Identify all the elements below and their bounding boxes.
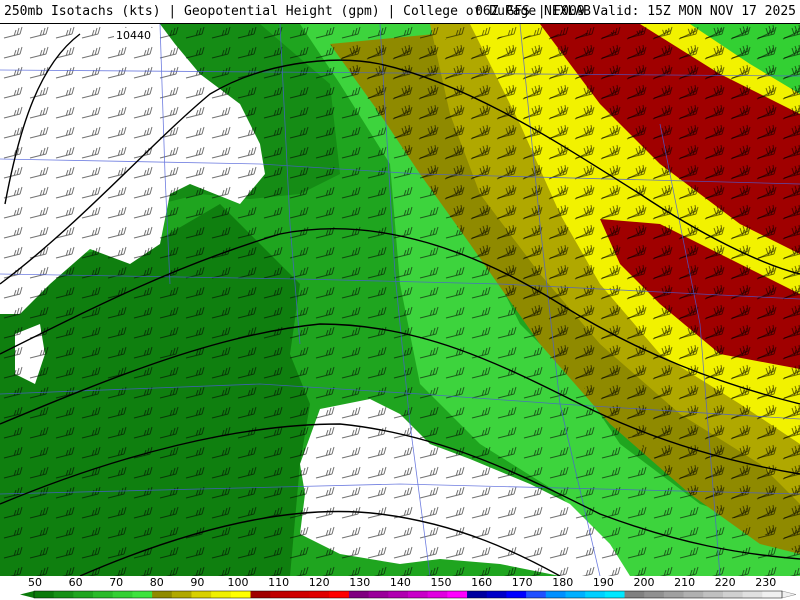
contour-label: 10440 bbox=[116, 29, 151, 42]
scale-swatch bbox=[152, 591, 173, 598]
title-bar: 250mb Isotachs (kts) | Geopotential Heig… bbox=[0, 0, 800, 24]
scale-label: 110 bbox=[268, 576, 289, 589]
scale-label: 220 bbox=[715, 576, 736, 589]
scale-label: 190 bbox=[593, 576, 614, 589]
scale-swatch bbox=[526, 591, 547, 598]
scale-label: 200 bbox=[634, 576, 655, 589]
scale-swatch bbox=[644, 591, 665, 598]
scale-swatch bbox=[250, 591, 271, 598]
scale-swatch bbox=[289, 591, 311, 598]
scale-arrow-right bbox=[781, 590, 797, 599]
scale-swatch bbox=[703, 591, 724, 598]
scale-swatch bbox=[565, 591, 586, 598]
scale-swatch bbox=[388, 591, 409, 598]
scale-label: 100 bbox=[228, 576, 249, 589]
scale-swatch bbox=[427, 591, 448, 598]
scale-swatch bbox=[93, 591, 114, 598]
scale-label: 140 bbox=[390, 576, 411, 589]
scale-swatch bbox=[191, 591, 212, 598]
scale-swatch bbox=[53, 591, 74, 598]
scale-swatch bbox=[683, 591, 704, 598]
scale-labels: 50 60 70 80 90 100 110 120 130 140 150 160 170 180 190… bbox=[28, 576, 776, 589]
scale-label: 50 bbox=[28, 576, 42, 589]
scale-swatch bbox=[762, 591, 783, 598]
scale-swatch bbox=[624, 591, 645, 598]
scale-label: 80 bbox=[150, 576, 164, 589]
scale-label: 150 bbox=[431, 576, 452, 589]
scale-label: 230 bbox=[755, 576, 776, 589]
scale-label: 180 bbox=[552, 576, 573, 589]
scale-swatch bbox=[585, 591, 606, 598]
scale-label: 130 bbox=[349, 576, 370, 589]
weather-map[interactable]: 10440 bbox=[0, 24, 800, 576]
scale-swatch bbox=[722, 591, 744, 598]
scale-swatch bbox=[112, 591, 133, 598]
scale-label: 90 bbox=[190, 576, 204, 589]
scale-swatch bbox=[545, 591, 566, 598]
scale-swatch bbox=[408, 591, 429, 598]
scale-swatch bbox=[132, 591, 153, 598]
scale-swatch bbox=[467, 591, 488, 598]
scale-swatch bbox=[604, 591, 626, 598]
scale-swatch bbox=[742, 591, 763, 598]
scale-label: 160 bbox=[471, 576, 492, 589]
scale-label: 70 bbox=[109, 576, 123, 589]
scale-bar bbox=[20, 590, 797, 599]
scale-swatch bbox=[348, 591, 370, 598]
scale-swatch bbox=[230, 591, 252, 598]
scale-swatch bbox=[270, 591, 291, 598]
isotach-color-scale: 50 60 70 80 90 100 110 120 130 140 150 160 170 180 190… bbox=[0, 576, 800, 600]
scale-swatch bbox=[211, 591, 232, 598]
scale-swatch bbox=[171, 591, 192, 598]
scale-swatch bbox=[447, 591, 468, 598]
scale-label: 60 bbox=[69, 576, 83, 589]
scale-label: 210 bbox=[674, 576, 695, 589]
scale-swatch bbox=[34, 591, 55, 598]
scale-swatch bbox=[486, 591, 507, 598]
scale-swatch bbox=[368, 591, 389, 598]
scale-swatch bbox=[309, 591, 330, 598]
scale-arrow-left bbox=[20, 591, 34, 598]
scale-swatch bbox=[663, 591, 685, 598]
scale-label: 120 bbox=[309, 576, 330, 589]
scale-swatch bbox=[506, 591, 527, 598]
scale-swatch bbox=[329, 591, 350, 598]
scale-swatch bbox=[73, 591, 94, 598]
scale-label: 170 bbox=[512, 576, 533, 589]
model-run-info: 06Z GFS | F009 Valid: 15Z MON NOV 17 202… bbox=[475, 4, 796, 19]
